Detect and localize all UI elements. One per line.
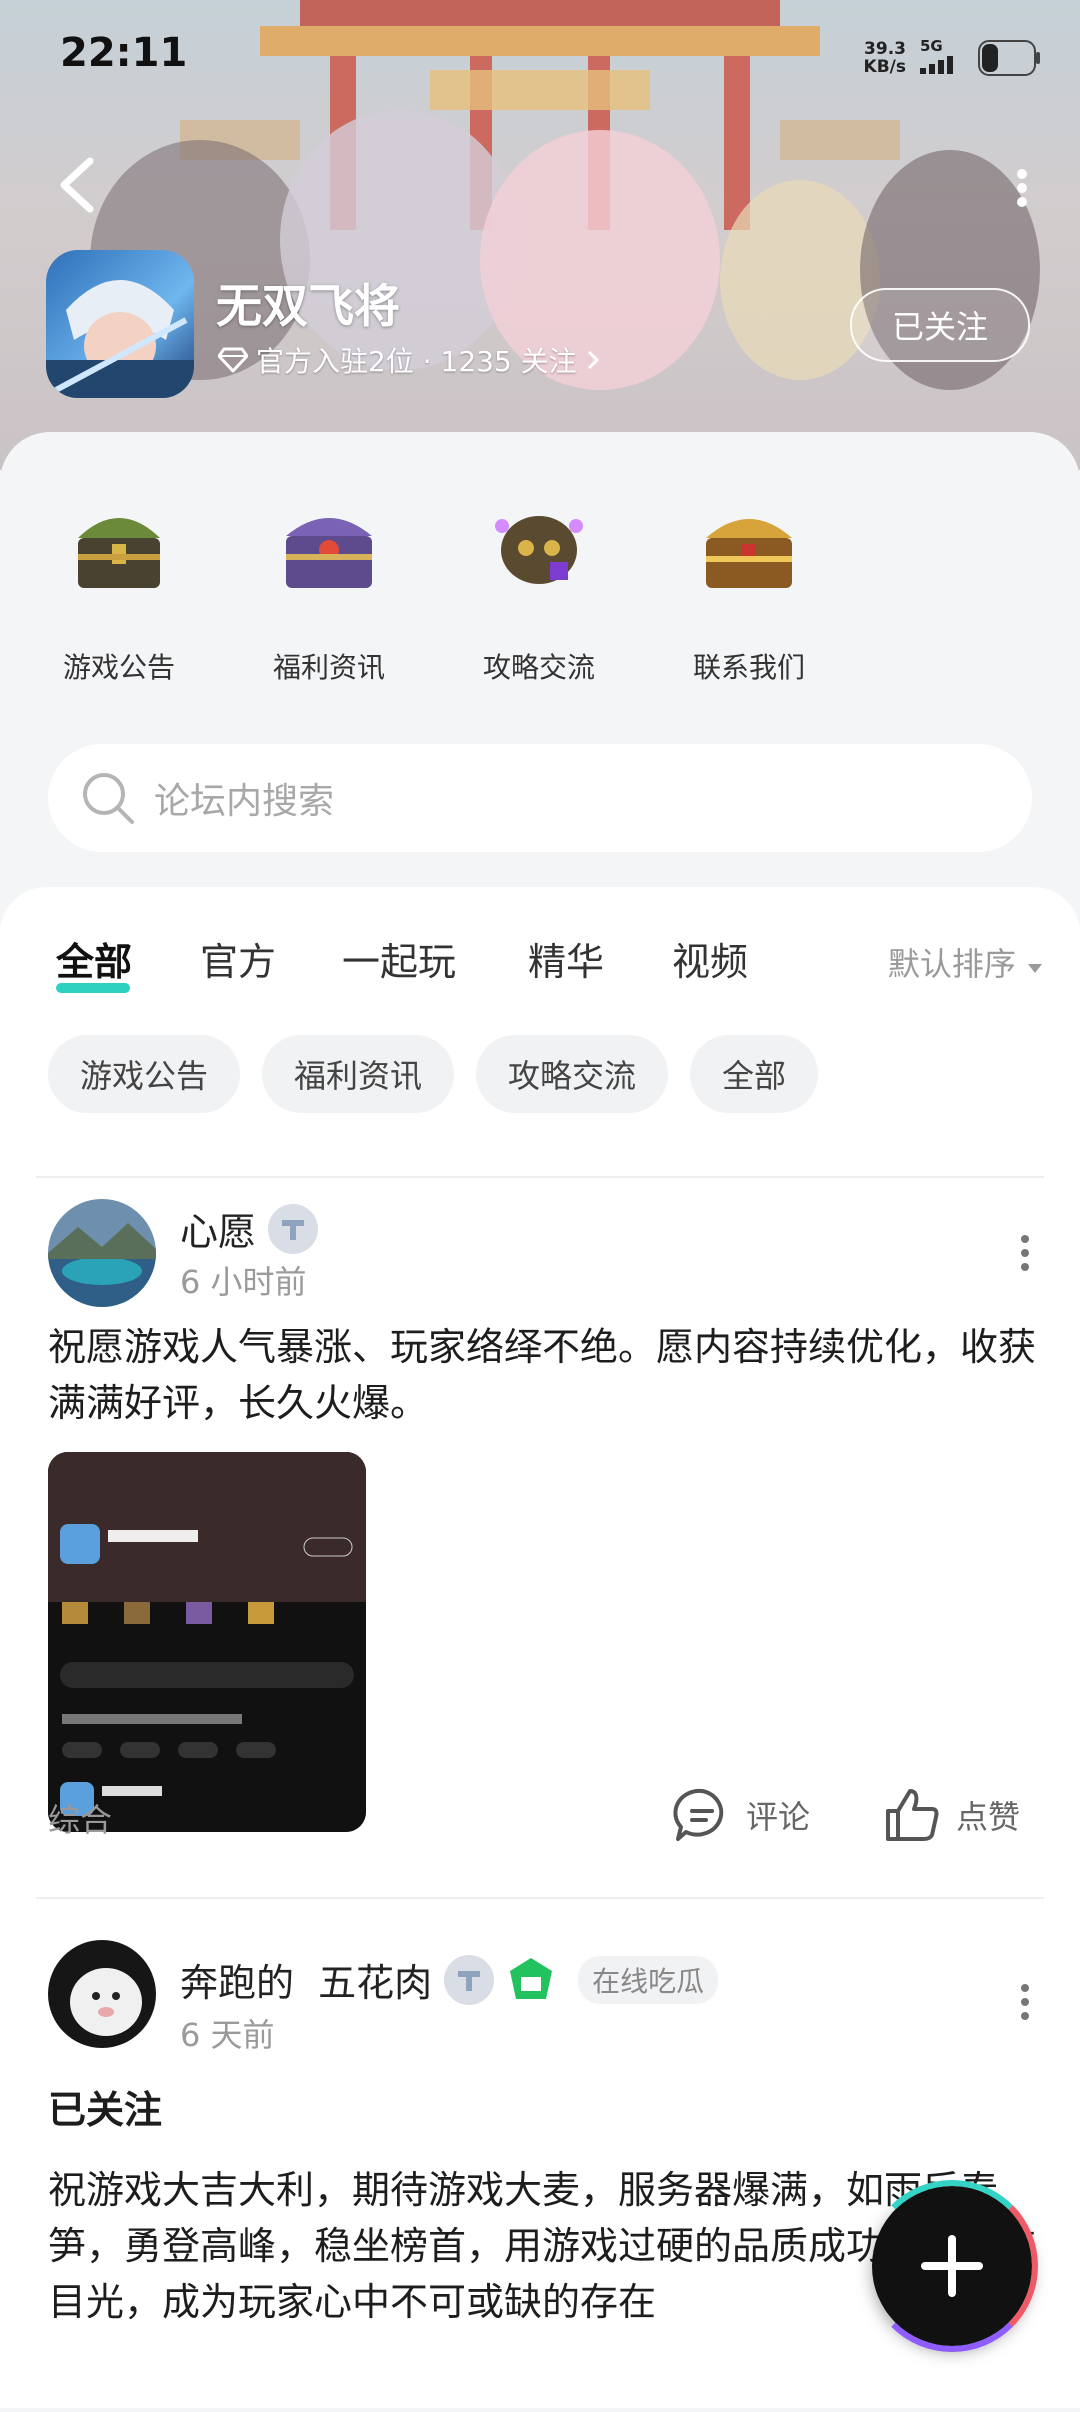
chest-gold-icon [706, 519, 792, 588]
tab-official[interactable]: 官方 [200, 931, 276, 986]
diamond-icon [218, 347, 248, 373]
tab-video[interactable]: 视频 [672, 931, 748, 986]
search-icon [83, 773, 134, 824]
app-icon [46, 250, 194, 398]
more-vertical-icon[interactable] [1012, 168, 1032, 208]
tab-indicator [56, 983, 130, 993]
like-button[interactable]: 点赞 [884, 1787, 1020, 1843]
divider [36, 1897, 1044, 1899]
search-bar[interactable]: 论坛内搜索 [48, 744, 1032, 852]
content-panel: 游戏公告 福利资讯 攻略交流 联系我们 论坛内搜索 全部 官方 一起玩 精华 视… [0, 432, 1080, 2408]
fab-ring [866, 2180, 1038, 2352]
author-name[interactable]: 奔跑的 五花肉 在线吃瓜 [180, 1952, 719, 2007]
tab-featured[interactable]: 精华 [528, 931, 604, 986]
quick-link-contact[interactable]: 联系我们 [664, 492, 834, 686]
post-image[interactable] [48, 1452, 366, 1832]
chip-announcements[interactable]: 游戏公告 [48, 1035, 241, 1113]
quick-link-benefits[interactable]: 福利资讯 [244, 492, 414, 686]
net-speed: 39.3 KB/s [863, 38, 906, 77]
post-time: 6 天前 [180, 2016, 275, 2054]
quick-link-guides[interactable]: 攻略交流 [454, 492, 624, 686]
feed-tabs: 全部 官方 一起玩 精华 视频 默认排序 [0, 887, 1080, 1017]
battery-icon [978, 39, 1040, 76]
post-card[interactable]: 心愿 6 小时前 祝愿游戏人气暴涨、玩家络绎不绝。愿内容持续优化，收获满满好评，… [0, 1187, 1080, 1887]
thumbs-up-icon [886, 1789, 939, 1841]
signal-icon: 5G [920, 38, 964, 77]
back-icon[interactable] [52, 155, 100, 215]
tab-all[interactable]: 全部 [56, 931, 132, 986]
comment-icon [673, 1788, 724, 1841]
level-badge-icon [444, 1954, 495, 2005]
tab-play-together[interactable]: 一起玩 [342, 931, 456, 986]
author-name[interactable]: 心愿 [180, 1201, 319, 1256]
post-content: 祝愿游戏人气暴涨、玩家络绎不绝。愿内容持续优化，收获满满好评，长久火爆。 [48, 1325, 1037, 1425]
category-chips: 游戏公告 福利资讯 攻略交流 全部 [48, 1035, 819, 1113]
post-category[interactable]: 综合 [48, 1795, 112, 1841]
quick-link-announcements[interactable]: 游戏公告 [34, 492, 204, 686]
more-vertical-icon[interactable] [1010, 1233, 1040, 1273]
status-time: 22:11 [60, 30, 188, 76]
chest-purple-icon [286, 518, 372, 588]
divider [36, 1176, 1044, 1178]
chip-guides[interactable]: 攻略交流 [476, 1035, 669, 1113]
follow-button[interactable]: 已关注 [850, 288, 1030, 362]
post-title: 已关注 [48, 2088, 163, 2132]
comment-button[interactable]: 评论 [672, 1787, 810, 1843]
chip-all[interactable]: 全部 [690, 1035, 819, 1113]
post-time: 6 小时前 [180, 1263, 307, 1301]
app-name: 无双飞将 [216, 279, 400, 333]
app-meta-text: 官方入驻2位 · 1235 关注 [256, 345, 577, 378]
more-vertical-icon[interactable] [1010, 1982, 1040, 2022]
sort-dropdown[interactable]: 默认排序 [888, 939, 1044, 985]
chip-benefits[interactable]: 福利资讯 [262, 1035, 455, 1113]
chest-green-icon [78, 518, 160, 588]
search-input[interactable]: 论坛内搜索 [154, 772, 334, 824]
caret-down-icon [1028, 964, 1042, 973]
level-badge-icon [268, 1203, 319, 1254]
app-meta[interactable]: 官方入驻2位 · 1235 关注 [218, 340, 601, 380]
status-icons: 39.3 KB/s 5G [864, 38, 1040, 77]
create-post-button[interactable] [866, 2180, 1038, 2352]
online-status-badge: 在线吃瓜 [578, 1955, 719, 2004]
forum-feed: 全部 官方 一起玩 精华 视频 默认排序 游戏公告 福利资讯 攻略交流 全部 心… [0, 887, 1080, 2408]
medal-icon [510, 1957, 553, 1999]
avatar[interactable] [48, 1940, 156, 2048]
avatar[interactable] [48, 1199, 156, 1307]
quick-links: 游戏公告 福利资讯 攻略交流 联系我们 [0, 432, 1080, 732]
chest-skull-icon [495, 516, 583, 584]
chevron-right-icon [587, 350, 599, 370]
